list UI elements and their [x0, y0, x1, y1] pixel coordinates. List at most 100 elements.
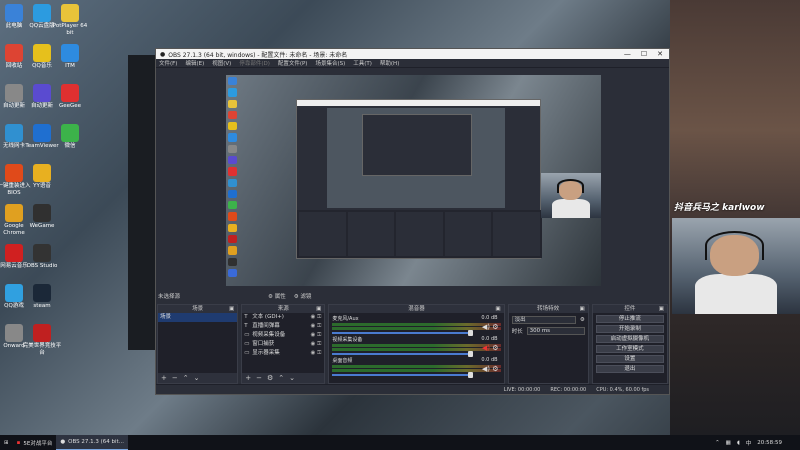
add-scene-icon[interactable]: +	[161, 374, 167, 382]
app-icon	[33, 244, 51, 262]
volume-slider[interactable]	[332, 372, 474, 378]
preview-canvas[interactable]	[226, 75, 601, 286]
desktop-icon-label: OBS Studio	[26, 263, 58, 269]
desktop-icon[interactable]: WeGame	[22, 204, 62, 230]
source-type-icon: ▭	[244, 332, 250, 338]
volume-slider[interactable]	[332, 330, 474, 336]
preview-icon	[228, 167, 237, 176]
menu-profile[interactable]: 配置文件(P)	[278, 59, 308, 67]
desktop-icon-label: PotPlayer 64 bit	[52, 23, 88, 36]
channel-controls: ◀) ⚙	[482, 344, 499, 352]
transition-select[interactable]: 淡出	[511, 316, 576, 324]
clock[interactable]: 20:58:59	[757, 440, 782, 446]
dock-close-icon[interactable]: ▣	[229, 305, 234, 313]
menu-docks[interactable]: 停靠部件(D)	[239, 59, 270, 67]
ime-icon[interactable]: 中	[746, 439, 752, 447]
visibility-icon[interactable]: ◉ ⚿	[311, 331, 322, 340]
source-item[interactable]: T 直播间弹幕 ◉ ⚿	[242, 322, 324, 331]
source-item[interactable]: ▭ 视频采集设备 ◉ ⚿	[242, 331, 324, 340]
desktop-icon[interactable]: YY语音	[22, 164, 62, 190]
channel-settings-icon[interactable]: ⚙	[492, 365, 498, 373]
visibility-icon[interactable]: ◉ ⚿	[311, 340, 322, 349]
desktop-icon[interactable]: OBS Studio	[22, 244, 62, 270]
sources-title: 来源	[277, 306, 289, 312]
desktop-icon[interactable]: PotPlayer 64 bit	[50, 4, 90, 36]
transition-settings-icon[interactable]: ⚙	[580, 317, 585, 323]
rec-status: REC: 00:00:00	[550, 386, 587, 393]
taskbar-item-obs[interactable]: ● OBS 27.1.3 (64 bit...	[56, 435, 128, 450]
channel-controls: ◀) ⚙	[482, 365, 499, 373]
obs-logo-icon: ●	[160, 50, 166, 58]
app-icon	[33, 324, 51, 342]
start-recording-button[interactable]: 开始录制	[595, 325, 664, 333]
channel-settings-icon[interactable]: ⚙	[492, 323, 498, 331]
menu-file[interactable]: 文件(F)	[159, 59, 177, 67]
desktop-icon[interactable]: steam	[22, 284, 62, 310]
add-source-icon[interactable]: +	[245, 374, 251, 382]
menu-help[interactable]: 帮助(H)	[380, 59, 399, 67]
dock-close-icon[interactable]: ▣	[316, 305, 321, 313]
watermark-text: 抖音兵马之 karlwow	[674, 203, 765, 213]
visibility-icon[interactable]: ◉ ⚿	[311, 313, 322, 322]
settings-button[interactable]: 设置	[595, 355, 664, 363]
source-item[interactable]: T 文本 (GDI+) ◉ ⚿	[242, 313, 324, 322]
desktop-icon[interactable]: 完美世界竞技平台	[22, 324, 62, 356]
transitions-title: 转场特效	[537, 306, 560, 312]
speaker-icon[interactable]: ◀)	[482, 323, 490, 331]
desktop-icon[interactable]: GeeGee	[50, 84, 90, 110]
volume-icon[interactable]: ◖	[737, 440, 740, 446]
scene-item[interactable]: 场景	[158, 313, 238, 322]
level-meter	[332, 327, 501, 330]
duration-input[interactable]: 300 ms	[526, 327, 585, 335]
remove-source-icon[interactable]: −	[256, 374, 262, 382]
status-bar: LIVE: 00:00:00 REC: 00:00:00 CPU: 0.4%, …	[156, 384, 669, 394]
speaker-icon[interactable]: ◀)	[482, 344, 490, 352]
move-down-icon[interactable]: ⌄	[289, 374, 295, 382]
scenes-title: 场景	[192, 306, 204, 312]
dock-close-icon[interactable]: ▣	[659, 305, 664, 313]
channel-settings-icon[interactable]: ⚙	[492, 344, 498, 352]
speaker-icon[interactable]: ◀)	[482, 365, 490, 373]
obs-window[interactable]: ● OBS 27.1.3 (64 bit, windows) - 配置文件: 未…	[155, 48, 670, 395]
menu-edit[interactable]: 编辑(E)	[185, 59, 204, 67]
visibility-icon[interactable]: ◉ ⚿	[311, 349, 322, 358]
menu-scene-collection[interactable]: 场景集合(S)	[315, 59, 345, 67]
preview-icon	[228, 178, 237, 187]
source-item[interactable]: ▭ 窗口捕获 ◉ ⚿	[242, 340, 324, 349]
source-settings-icon[interactable]: ⚙	[267, 374, 273, 382]
app-icon	[5, 44, 23, 62]
move-up-icon[interactable]: ⌃	[278, 374, 284, 382]
studio-mode-button[interactable]: 工作室模式	[595, 345, 664, 353]
channel-name: 视频采集设备	[332, 337, 363, 343]
tray-chevron-icon[interactable]: ⌃	[715, 440, 720, 446]
close-button[interactable]: ✕	[657, 50, 663, 58]
taskbar-item-5e[interactable]: ▪ 5E对战平台	[13, 435, 57, 450]
network-icon[interactable]: ▦	[726, 440, 731, 446]
menu-view[interactable]: 视图(V)	[212, 59, 231, 67]
desktop-icon[interactable]: 微信	[50, 124, 90, 150]
remove-scene-icon[interactable]: −	[172, 374, 178, 382]
volume-slider[interactable]	[332, 351, 474, 357]
menu-tools[interactable]: 工具(T)	[353, 59, 372, 67]
desktop-icon[interactable]: ITM	[50, 44, 90, 70]
start-button[interactable]: ⊞	[0, 435, 13, 450]
move-up-icon[interactable]: ⌃	[183, 374, 189, 382]
app-icon	[61, 44, 79, 62]
dock-close-icon[interactable]: ▣	[495, 305, 500, 313]
mixer-channel: 桌面音频 0.0 dB ◀) ⚙	[332, 357, 501, 378]
filters-button[interactable]: ⚙ 滤镜	[294, 292, 312, 300]
app-icon	[33, 84, 51, 102]
stop-streaming-button[interactable]: 停止推流	[595, 315, 664, 323]
exit-button[interactable]: 退出	[595, 365, 664, 373]
maximize-button[interactable]: ☐	[641, 50, 647, 58]
obs-titlebar[interactable]: ● OBS 27.1.3 (64 bit, windows) - 配置文件: 未…	[156, 49, 669, 59]
move-down-icon[interactable]: ⌄	[194, 374, 200, 382]
start-virtual-camera-button[interactable]: 启动虚拟摄像机	[595, 335, 664, 343]
controls-dock: 控件 ▣ 停止推流 开始录制 启动虚拟摄像机 工作室模式 设置 退出	[591, 304, 668, 384]
dock-close-icon[interactable]: ▣	[580, 305, 585, 313]
visibility-icon[interactable]: ◉ ⚿	[311, 322, 322, 331]
preview-icon	[228, 99, 237, 108]
properties-button[interactable]: ⚙ 属性	[268, 292, 286, 300]
minimize-button[interactable]: —	[624, 50, 631, 58]
source-item[interactable]: ▭ 显示器采集 ◉ ⚿	[242, 349, 324, 358]
